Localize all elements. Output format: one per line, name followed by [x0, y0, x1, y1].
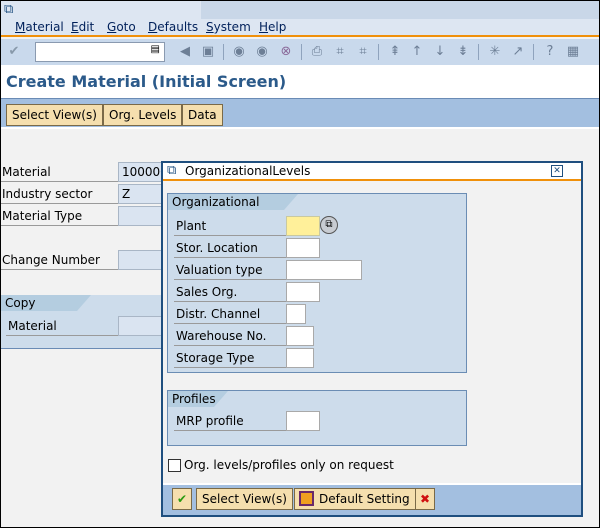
menu-system[interactable]: System [206, 20, 251, 34]
stor-location-label: Stor. Location [176, 241, 258, 255]
divider [6, 335, 119, 336]
warehouse-no-input[interactable] [286, 326, 314, 346]
divider [174, 257, 286, 258]
value-help-icon[interactable]: ⧉ [320, 216, 338, 234]
application-toolbar: Select View(s) Org. Levels Data [1, 99, 599, 129]
divider [174, 430, 286, 431]
find-icon[interactable]: ⌗ [332, 44, 348, 60]
divider [174, 235, 286, 236]
divider [174, 279, 286, 280]
mrp-profile-input[interactable] [286, 411, 320, 431]
storage-type-input[interactable] [286, 348, 314, 368]
continue-check-icon[interactable]: ✔ [172, 488, 192, 510]
system-toolbar: ✔ ▤ ◀ ▣ ◉ ◉ ⊗ ⎙ ⌗ ⌗ ⇞ ↑ ↓ ⇟ ✳ ↗ ? ▦ [1, 39, 599, 65]
org-levels-dialog: ⧉ OrganizationalLevels ✕ Organizational … [161, 161, 583, 517]
command-history-icon[interactable]: ▤ [151, 44, 160, 55]
distr-channel-label: Distr. Channel [176, 307, 261, 321]
cancel-icon[interactable]: ⊗ [278, 44, 294, 60]
divider [174, 367, 286, 368]
dialog-title-bar[interactable]: ⧉ OrganizationalLevels ✕ [163, 163, 581, 181]
close-icon[interactable]: ✕ [551, 165, 563, 177]
separator [533, 44, 534, 60]
plant-input[interactable] [286, 216, 320, 236]
stor-location-input[interactable] [286, 238, 320, 258]
shortcut-icon[interactable]: ↗ [510, 44, 526, 60]
material-label: Material [2, 165, 51, 179]
page-title: Create Material (Initial Screen) [6, 72, 287, 91]
separator [378, 44, 379, 60]
first-page-icon[interactable]: ⇞ [387, 44, 403, 60]
data-button[interactable]: Data [182, 104, 223, 126]
back-icon[interactable]: ◀ [177, 44, 193, 60]
menu-defaults[interactable]: Defaults [148, 20, 198, 34]
mrp-profile-label: MRP profile [176, 414, 244, 428]
default-setting-button[interactable]: Default Setting [294, 488, 416, 510]
copy-material-label: Material [8, 319, 57, 333]
change-number-label: Change Number [2, 253, 100, 267]
save-icon [299, 491, 314, 506]
distr-channel-input[interactable] [286, 304, 306, 324]
divider [174, 301, 286, 302]
industry-sector-label: Industry sector [2, 187, 93, 201]
menu-material[interactable]: Material [15, 20, 64, 34]
menu-help[interactable]: Help [259, 20, 286, 34]
default-setting-label: Default Setting [319, 492, 410, 506]
dialog-icon: ⧉ [167, 163, 177, 178]
dialog-title: OrganizationalLevels [185, 164, 311, 178]
sales-org-label: Sales Org. [176, 285, 238, 299]
org-levels-group-title: Organizational levels [168, 194, 298, 210]
profiles-group-title: Profiles [168, 391, 228, 407]
profiles-group: Profiles MRP profile [167, 390, 467, 446]
plant-label: Plant [176, 219, 207, 233]
valuation-type-input[interactable] [286, 260, 362, 280]
create-session-icon[interactable]: ✳ [487, 44, 503, 60]
menu-bar: Material Edit Goto Defaults System Help [1, 19, 599, 37]
help-icon[interactable]: ? [542, 44, 558, 60]
layout-icon[interactable]: ▦ [565, 44, 581, 60]
window-title-strip: ⧉ [1, 1, 599, 19]
exit-icon[interactable]: ◉ [254, 44, 270, 60]
warehouse-no-label: Warehouse No. [176, 329, 267, 343]
separator [223, 44, 224, 60]
previous-page-icon[interactable]: ↑ [409, 44, 425, 60]
title-bar: Create Material (Initial Screen) [1, 65, 599, 99]
only-on-request-label: Org. levels/profiles only on request [184, 458, 394, 472]
divider [1, 181, 119, 182]
find-next-icon[interactable]: ⌗ [355, 44, 371, 60]
storage-type-label: Storage Type [176, 351, 255, 365]
window-icon: ⧉ [4, 2, 14, 17]
command-field[interactable]: ▤ [35, 42, 165, 62]
copy-from-title: Copy from... [1, 295, 91, 311]
last-page-icon[interactable]: ⇟ [455, 44, 471, 60]
org-levels-button[interactable]: Org. Levels [103, 104, 183, 126]
only-on-request-checkbox[interactable] [168, 459, 181, 472]
divider [1, 225, 119, 226]
print-icon[interactable]: ⎙ [309, 44, 325, 60]
menu-goto[interactable]: Goto [107, 20, 136, 34]
divider [1, 269, 119, 270]
organizational-levels-group: Organizational levels Plant ⧉ Stor. Locat… [167, 193, 467, 373]
material-type-label: Material Type [2, 209, 83, 223]
divider [174, 345, 286, 346]
separator [478, 44, 479, 60]
dialog-select-views-button[interactable]: Select View(s) [196, 488, 293, 510]
sales-org-input[interactable] [286, 282, 320, 302]
dialog-button-bar: ✔ Select View(s) Default Setting ✖ [163, 483, 581, 515]
copy-from-group: Copy from... Material [1, 295, 178, 349]
menu-edit[interactable]: Edit [71, 20, 94, 34]
divider [174, 323, 286, 324]
valuation-type-label: Valuation type [176, 263, 263, 277]
enter-icon[interactable]: ✔ [6, 44, 22, 60]
divider [1, 203, 119, 204]
cancel-x-icon[interactable]: ✖ [415, 488, 435, 510]
separator [301, 44, 302, 60]
next-page-icon[interactable]: ↓ [432, 44, 448, 60]
save-icon[interactable]: ▣ [200, 44, 216, 60]
back-nav-icon[interactable]: ◉ [231, 44, 247, 60]
select-views-button[interactable]: Select View(s) [6, 104, 103, 126]
